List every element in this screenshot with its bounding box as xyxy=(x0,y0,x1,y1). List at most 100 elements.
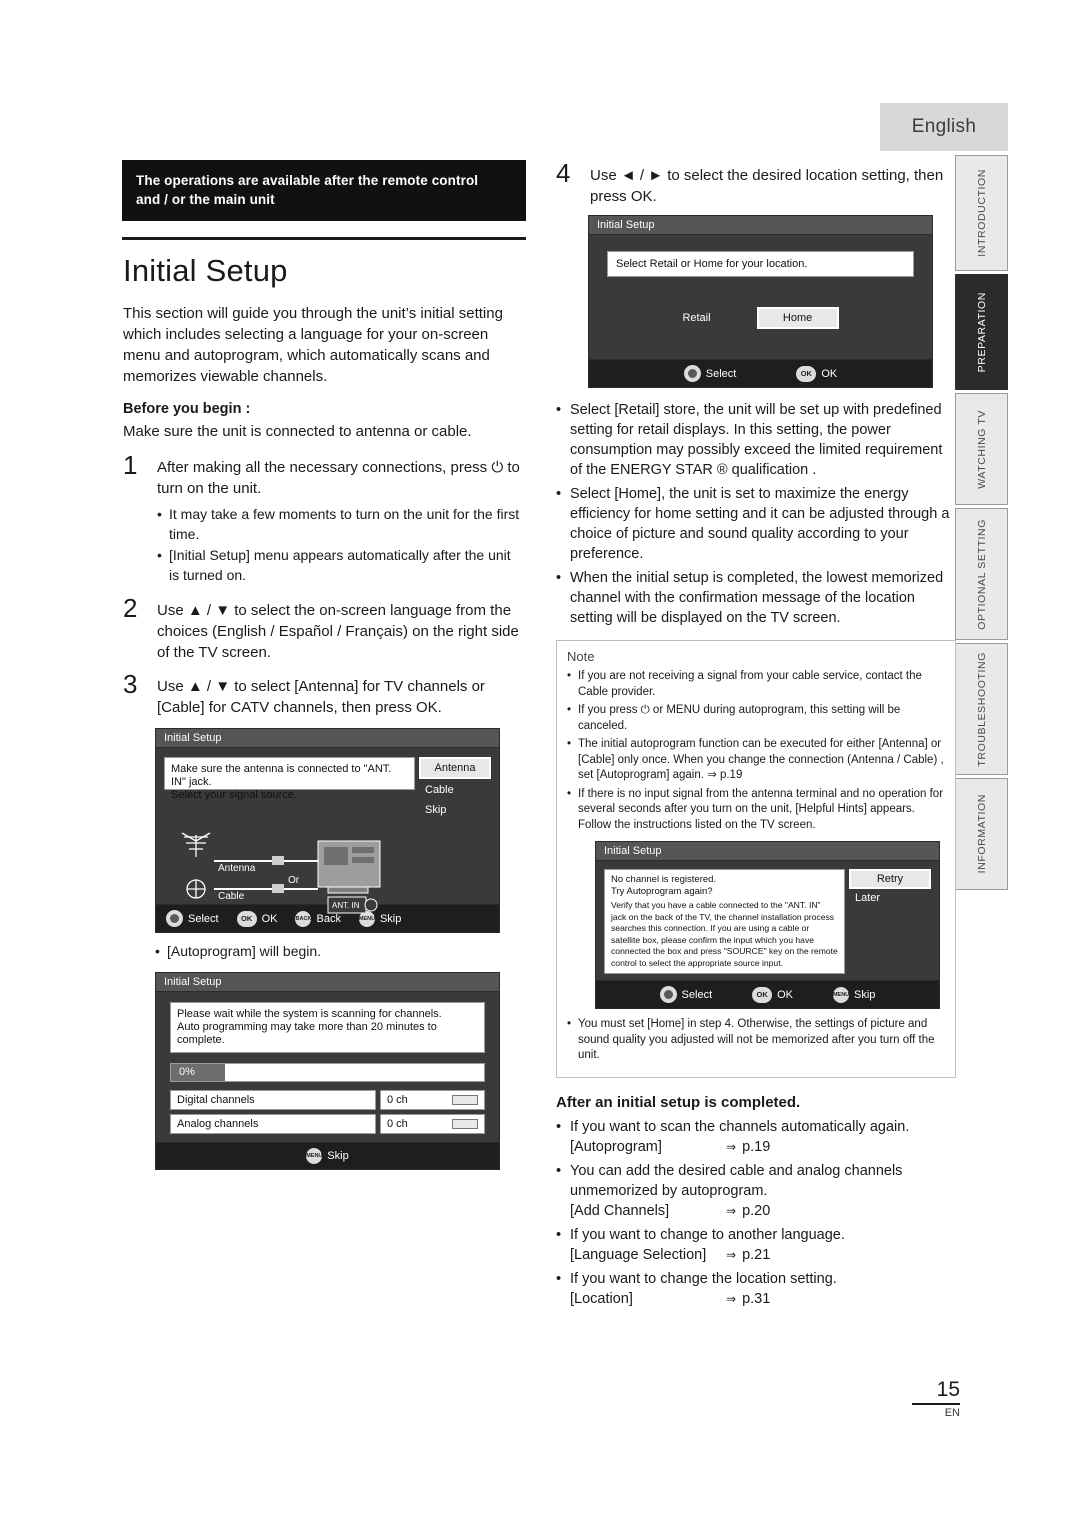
autoprogram-message-1: Please wait while the system is scanning… xyxy=(177,1007,442,1020)
step-3-text: Use ▲ / ▼ to select [Antenna] for TV cha… xyxy=(157,678,485,716)
tab-troubleshooting-label: TROUBLESHOOTING xyxy=(975,651,988,767)
nav-pad-icon xyxy=(166,910,183,927)
progress-percent: 0% xyxy=(171,1063,225,1081)
tv-screen-location: Initial Setup Select Retail or Home for … xyxy=(588,215,933,388)
after-setup-ref-1-arrow: ⇒ xyxy=(726,1139,737,1154)
tab-introduction-label: INTRODUCTION xyxy=(975,169,988,257)
footer-location-ok-label: OK xyxy=(821,367,838,380)
digital-channels-bar xyxy=(452,1094,478,1105)
manual-page: English INTRODUCTION PREPARATION WATCHIN… xyxy=(0,0,1080,1527)
tab-preparation[interactable]: PREPARATION xyxy=(955,274,1008,390)
after-setup-ref-3-name: [Language Selection] xyxy=(570,1246,707,1263)
note-item-2: If you press ⏻ or MENU during autoprogra… xyxy=(567,703,945,734)
option-cable[interactable]: Cable xyxy=(419,781,491,799)
option-later[interactable]: Later xyxy=(849,892,931,904)
note-heading: Note xyxy=(567,649,595,664)
after-setup-ref-2: [Add Channels] ⇒ p.20 xyxy=(556,1203,956,1219)
analog-channels-label: Analog channels xyxy=(170,1113,376,1134)
step-4-text: Use ◄ / ► to select the desired location… xyxy=(590,167,944,205)
footer-autoprogram-skip[interactable]: MENU Skip xyxy=(306,1147,349,1164)
availability-line-1: The operations are available after the r… xyxy=(136,173,479,188)
note-item-4: If there is no input signal from the ant… xyxy=(567,787,945,834)
tv-screen-location-footer: Select OK OK xyxy=(589,359,932,387)
after-setup-ref-3-arrow: ⇒ xyxy=(726,1247,737,1262)
after-setup-bullet-1: If you want to scan the channels automat… xyxy=(556,1117,956,1137)
title-divider xyxy=(122,237,526,240)
page-footer: 15 EN xyxy=(880,1378,960,1419)
ok-key-icon: OK xyxy=(752,986,773,1003)
footer-retry-skip[interactable]: MENU Skip xyxy=(833,986,875,1003)
option-retail[interactable]: Retail xyxy=(682,312,710,324)
tv-screen-location-title: Initial Setup xyxy=(589,216,932,235)
after-setup-ref-2-page: p.20 xyxy=(742,1202,771,1219)
menu-key-icon: MENU xyxy=(833,986,849,1003)
after-setup-ref-3: [Language Selection] ⇒ p.21 xyxy=(556,1247,956,1263)
tv-screen-autoprogram-footer: MENU Skip xyxy=(156,1141,499,1169)
tab-troubleshooting[interactable]: TROUBLESHOOTING xyxy=(955,643,1008,775)
footer-location-ok[interactable]: OK OK xyxy=(796,365,838,382)
tv-screen-signal-source: Initial Setup Make sure the antenna is c… xyxy=(155,728,500,933)
analog-channels-bar xyxy=(452,1118,478,1129)
after-setup-ref-1-name: [Autoprogram] xyxy=(570,1138,662,1155)
page-number: 15 xyxy=(936,1378,960,1401)
step-1-number: 1 xyxy=(123,450,138,480)
footer-retry-ok[interactable]: OK OK xyxy=(752,986,794,1003)
after-setup-ref-4-arrow: ⇒ xyxy=(726,1291,737,1306)
option-home[interactable]: Home xyxy=(756,307,839,329)
location-bullet-3: When the initial setup is completed, the… xyxy=(556,568,956,628)
after-setup-bullet-2: You can add the desired cable and analog… xyxy=(556,1161,956,1201)
tab-optional-setting[interactable]: OPTIONAL SETTING xyxy=(955,508,1008,640)
right-column: 4 Use ◄ / ► to select the desired locati… xyxy=(556,160,956,1313)
location-bullet-2: Select [Home], the unit is set to maximi… xyxy=(556,484,956,564)
tab-information[interactable]: INFORMATION xyxy=(955,778,1008,890)
step-2-text: Use ▲ / ▼ to select the on-screen langua… xyxy=(157,602,519,661)
diagram-label-or: Or xyxy=(288,875,300,886)
option-retry[interactable]: Retry xyxy=(849,869,931,889)
before-you-begin-heading: Before you begin : xyxy=(123,401,251,417)
tab-watching-tv-label: WATCHING TV xyxy=(975,409,988,489)
after-setup-bullet-4: If you want to change the location setti… xyxy=(556,1269,956,1289)
note-item-5: You must set [Home] in step 4. Otherwise… xyxy=(567,1017,945,1064)
page-lang-code: EN xyxy=(944,1407,960,1419)
availability-line-2: and / or the main unit xyxy=(136,192,275,207)
note-list-2: You must set [Home] in step 4. Otherwise… xyxy=(567,1017,945,1064)
tab-watching-tv[interactable]: WATCHING TV xyxy=(955,393,1008,505)
tab-introduction[interactable]: INTRODUCTION xyxy=(955,155,1008,271)
step-1: 1 After making all the necessary connect… xyxy=(123,452,523,499)
step-4-number: 4 xyxy=(556,158,571,188)
page-title: Initial Setup xyxy=(123,253,288,288)
diagram-label-antenna: Antenna xyxy=(218,863,256,874)
step-1-text: After making all the necessary connectio… xyxy=(157,459,520,497)
after-setup-ref-1: [Autoprogram] ⇒ p.19 xyxy=(556,1139,956,1155)
step-2: 2 Use ▲ / ▼ to select the on-screen lang… xyxy=(123,595,523,663)
signal-source-message-2: Select your signal source. xyxy=(171,789,297,801)
after-setup-list-3: If you want to change to another languag… xyxy=(556,1225,956,1245)
after-setup-list: If you want to scan the channels automat… xyxy=(556,1117,956,1137)
signal-source-message-1: Make sure the antenna is connected to "A… xyxy=(171,763,392,788)
tv-screen-retry-title: Initial Setup xyxy=(596,842,939,861)
availability-callout: The operations are available after the r… xyxy=(122,160,526,221)
intro-paragraph: This section will guide you through the … xyxy=(123,305,503,385)
after-setup-ref-3-page: p.21 xyxy=(742,1246,771,1263)
step-3: 3 Use ▲ / ▼ to select [Antenna] for TV c… xyxy=(123,671,523,718)
location-bullet-1: Select [Retail] store, the unit will be … xyxy=(556,400,956,480)
tab-preparation-label: PREPARATION xyxy=(975,291,988,373)
autoprogram-note: [Autoprogram] will begin. xyxy=(155,942,523,962)
step-4: 4 Use ◄ / ► to select the desired locati… xyxy=(556,160,956,207)
footer-location-select[interactable]: Select xyxy=(683,365,737,382)
tv-screen-retry: Initial Setup No channel is registered. … xyxy=(595,841,940,1009)
tv-screen-autoprogram-title: Initial Setup xyxy=(156,972,499,992)
menu-key-icon: MENU xyxy=(306,1147,322,1164)
option-skip[interactable]: Skip xyxy=(419,801,491,819)
nav-pad-icon xyxy=(683,365,701,382)
footer-retry-ok-label: OK xyxy=(777,988,794,1001)
footer-retry-select[interactable]: Select xyxy=(659,986,712,1003)
before-you-begin-text: Make sure the unit is connected to anten… xyxy=(123,423,472,440)
footer-location-select-label: Select xyxy=(705,367,737,380)
language-banner-label: English xyxy=(911,116,977,137)
tab-optional-setting-label: OPTIONAL SETTING xyxy=(975,518,988,630)
option-antenna[interactable]: Antenna xyxy=(419,757,491,779)
digital-channels-label: Digital channels xyxy=(170,1089,376,1110)
digital-channels-count: 0 ch xyxy=(387,1093,408,1106)
note-item-3: The initial autoprogram function can be … xyxy=(567,737,945,784)
